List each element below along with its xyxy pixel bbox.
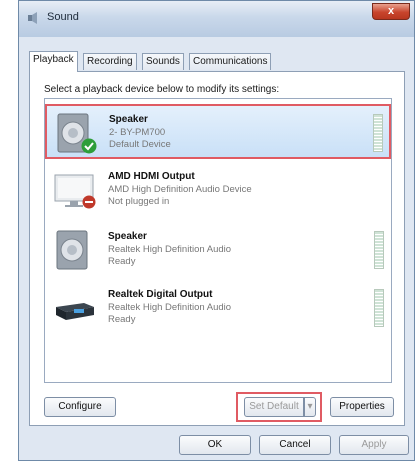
playback-panel: Select a playback device below to modify… — [29, 71, 405, 426]
device-item[interactable]: Realtek Digital Output Realtek High Defi… — [46, 281, 390, 337]
device-description: Realtek High Definition Audio — [108, 244, 232, 255]
digital-output-icon — [56, 303, 94, 320]
device-description: Realtek High Definition Audio — [108, 302, 232, 313]
set-default-button[interactable]: Set Default — [244, 397, 304, 417]
device-name: Speaker — [109, 114, 148, 125]
cancel-button[interactable]: Cancel — [259, 435, 331, 455]
properties-button[interactable]: Properties — [330, 397, 394, 417]
device-status: Not plugged in — [108, 196, 170, 207]
device-status: Ready — [108, 314, 136, 325]
device-item[interactable]: Speaker Realtek High Definition Audio Re… — [46, 223, 390, 279]
device-description: 2- BY-PM700 — [109, 127, 166, 138]
instruction-text: Select a playback device below to modify… — [44, 84, 280, 95]
ok-button[interactable]: OK — [179, 435, 251, 455]
set-default-dropdown[interactable]: ▾ — [304, 397, 316, 417]
chevron-down-icon: ▾ — [307, 401, 313, 412]
window-title: Sound — [47, 11, 79, 23]
device-description: AMD High Definition Audio Device — [108, 184, 252, 195]
device-status: Ready — [108, 256, 136, 267]
device-name: Realtek Digital Output — [108, 289, 213, 300]
title-bar[interactable]: Sound x — [19, 1, 414, 37]
configure-button[interactable]: Configure — [44, 397, 116, 417]
device-name: AMD HDMI Output — [108, 171, 195, 182]
sound-icon — [28, 12, 37, 24]
speaker-icon — [56, 230, 88, 270]
device-name: Speaker — [108, 231, 147, 242]
device-item[interactable]: AMD HDMI Output AMD High Definition Audi… — [46, 163, 390, 219]
default-check-icon — [81, 138, 97, 154]
volume-meter — [374, 231, 384, 269]
unplugged-icon — [82, 195, 96, 209]
sound-dialog: Sound x Playback Recording Sounds Commun… — [18, 0, 415, 461]
volume-meter — [374, 289, 384, 327]
tab-communications[interactable]: Communications — [189, 53, 272, 70]
device-list[interactable]: Speaker 2- BY-PM700 Default Device AMD H… — [44, 98, 392, 383]
tab-recording[interactable]: Recording — [83, 53, 137, 70]
tab-sounds[interactable]: Sounds — [142, 53, 184, 70]
close-button[interactable]: x — [372, 3, 410, 20]
device-status: Default Device — [109, 139, 171, 150]
volume-meter — [373, 114, 383, 152]
apply-button[interactable]: Apply — [339, 435, 409, 455]
device-item[interactable]: Speaker 2- BY-PM700 Default Device — [45, 104, 391, 159]
tab-playback[interactable]: Playback — [29, 51, 78, 72]
